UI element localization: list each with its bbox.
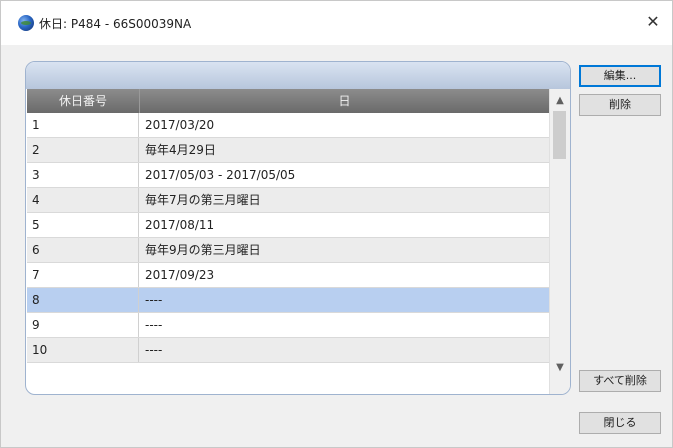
window-title: 休日: P484 - 66S00039NA	[39, 17, 192, 31]
delete-button[interactable]: 削除	[579, 94, 661, 116]
cell-holiday-number: 2	[27, 138, 139, 162]
cell-holiday-number: 1	[27, 113, 139, 137]
cell-holiday-number: 8	[27, 288, 139, 312]
table-row-selected[interactable]: 8 ----	[27, 288, 549, 313]
column-header-holiday-number[interactable]: 休日番号	[27, 89, 140, 113]
cell-date: 2017/03/20	[145, 118, 215, 132]
cell-holiday-number: 4	[27, 188, 139, 212]
cell-holiday-number: 3	[27, 163, 139, 187]
cell-holiday-number: 10	[27, 338, 139, 362]
table-row[interactable]: 7 2017/09/23	[27, 263, 549, 288]
table-row[interactable]: 2 毎年4月29日	[27, 138, 549, 163]
cell-holiday-number: 5	[27, 213, 139, 237]
cell-date: 毎年4月29日	[145, 143, 216, 157]
table-body: 1 2017/03/20 2 毎年4月29日 3 2017/05/03 - 20…	[27, 113, 549, 363]
close-icon[interactable]: ✕	[643, 12, 663, 32]
column-header-date[interactable]: 日	[140, 89, 549, 113]
table-top-band	[26, 62, 570, 89]
scroll-up-arrow-icon[interactable]: ▲	[550, 92, 570, 110]
delete-all-button[interactable]: すべて削除	[579, 370, 661, 392]
holiday-dialog: 休日: P484 - 66S00039NA ✕ 休日番号 日 1 2017/03…	[0, 0, 673, 448]
table-row[interactable]: 3 2017/05/03 - 2017/05/05	[27, 163, 549, 188]
globe-icon	[18, 15, 34, 31]
table-row[interactable]: 1 2017/03/20	[27, 113, 549, 138]
table-row[interactable]: 5 2017/08/11	[27, 213, 549, 238]
cell-holiday-number: 6	[27, 238, 139, 262]
table-row[interactable]: 6 毎年9月の第三月曜日	[27, 238, 549, 263]
holiday-table: 休日番号 日 1 2017/03/20 2 毎年4月29日 3 2017/05/…	[25, 61, 571, 395]
title-bar: 休日: P484 - 66S00039NA ✕	[1, 1, 672, 45]
cell-holiday-number: 9	[27, 313, 139, 337]
scroll-thumb[interactable]	[553, 111, 566, 159]
cell-date: 2017/08/11	[145, 218, 215, 232]
cell-holiday-number: 7	[27, 263, 139, 287]
cell-date: 毎年9月の第三月曜日	[145, 243, 261, 257]
table-row[interactable]: 9 ----	[27, 313, 549, 338]
edit-button[interactable]: 編集...	[579, 65, 661, 87]
vertical-scrollbar[interactable]: ▲ ▼	[549, 89, 570, 394]
cell-date: 毎年7月の第三月曜日	[145, 193, 261, 207]
cell-date: ----	[145, 343, 163, 357]
cell-date: 2017/09/23	[145, 268, 215, 282]
table-header: 休日番号 日	[27, 89, 549, 113]
scroll-down-arrow-icon[interactable]: ▼	[550, 359, 570, 377]
close-button[interactable]: 閉じる	[579, 412, 661, 434]
cell-date: ----	[145, 318, 163, 332]
table-row[interactable]: 4 毎年7月の第三月曜日	[27, 188, 549, 213]
cell-date: 2017/05/03 - 2017/05/05	[145, 168, 296, 182]
cell-date: ----	[145, 293, 163, 307]
table-row[interactable]: 10 ----	[27, 338, 549, 363]
